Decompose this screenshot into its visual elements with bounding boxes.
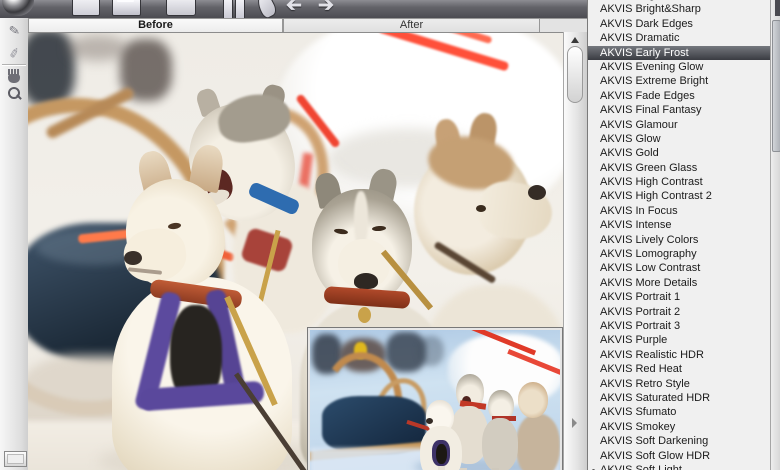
preset-item[interactable]: AKVIS Dark Edges — [588, 17, 770, 31]
image-viewport[interactable] — [28, 32, 563, 470]
preset-item[interactable]: AKVIS Final Fantasy — [588, 103, 770, 117]
husky1-nose — [124, 251, 142, 265]
preview-crowd — [418, 336, 444, 366]
preset-item[interactable]: AKVIS Saturated HDR — [588, 391, 770, 405]
preview-dog-nose — [426, 418, 433, 424]
scroll-up-icon[interactable] — [571, 37, 579, 43]
preset-item[interactable]: AKVIS Lively Colors — [588, 233, 770, 247]
preset-item[interactable]: AKVIS Smokey — [588, 420, 770, 434]
viewport-scrollbar[interactable] — [563, 32, 589, 470]
preset-item[interactable]: AKVIS Red Heat — [588, 362, 770, 376]
navigator-button[interactable] — [4, 451, 27, 467]
husky4-eye — [476, 205, 486, 212]
husky3-nose — [354, 273, 378, 289]
preset-item[interactable]: AKVIS Green Glass — [588, 161, 770, 175]
akvis-window: Before After — [0, 0, 780, 470]
preview-dog-chest — [436, 444, 447, 464]
view-tabs: Before After — [28, 18, 587, 32]
preset-item[interactable]: AKVIS In Focus — [588, 204, 770, 218]
preview-dog-tan-head — [518, 382, 548, 418]
preset-scrollbar[interactable] — [770, 0, 780, 470]
redo-icon[interactable] — [318, 0, 334, 17]
preview-dog-tan — [516, 414, 560, 470]
akvis-logo-icon[interactable] — [2, 0, 34, 16]
main-toolbar — [0, 0, 587, 19]
preset-item[interactable]: AKVIS Purple — [588, 333, 770, 347]
split-view-icon[interactable] — [222, 0, 246, 18]
preset-item[interactable]: AKVIS Soft Darkening — [588, 434, 770, 448]
hand-tool-icon[interactable] — [0, 68, 28, 85]
preset-item[interactable]: AKVIS Portrait 1 — [588, 290, 770, 304]
preview-dog-body — [482, 418, 518, 470]
preset-item[interactable]: AKVIS Realistic HDR — [588, 348, 770, 362]
preset-item[interactable]: AKVIS Fade Edges — [588, 89, 770, 103]
panel-collapse-handle-icon[interactable] — [572, 418, 577, 428]
tab-before[interactable]: Before — [28, 18, 283, 32]
preset-item[interactable]: AKVIS Sfumato — [588, 405, 770, 419]
preset-item[interactable]: AKVIS High Contrast 2 — [588, 189, 770, 203]
husky3-collar — [323, 286, 411, 309]
preset-item[interactable]: AKVIS Bright&Sharp — [588, 2, 770, 16]
preset-list: AKVIS BrightAKVIS Bright&SharpAKVIS Dark… — [588, 0, 770, 470]
toolbar-divider — [2, 64, 26, 65]
preset-item[interactable]: AKVIS Extreme Bright — [588, 74, 770, 88]
zoom-tool-icon[interactable] — [0, 85, 28, 102]
preset-list-panel: AKVIS BrightAKVIS Bright&SharpAKVIS Dark… — [587, 0, 780, 470]
preset-item[interactable]: AKVIS More Details — [588, 276, 770, 290]
preset-item[interactable]: AKVIS Glamour — [588, 118, 770, 132]
post-process-icon[interactable] — [252, 0, 280, 18]
preset-item[interactable]: AKVIS Evening Glow — [588, 60, 770, 74]
preset-item[interactable]: AKVIS Soft Light — [588, 463, 770, 470]
preset-item[interactable]: AKVIS Gold — [588, 146, 770, 160]
new-image-icon[interactable] — [72, 0, 100, 16]
print-image-icon[interactable] — [166, 0, 196, 16]
preset-item[interactable]: AKVIS Soft Glow HDR — [588, 449, 770, 463]
scrollbar-thumb[interactable] — [567, 46, 583, 103]
window-corner — [775, 0, 780, 16]
husky3-pendant — [358, 307, 371, 323]
tool-panel — [0, 18, 29, 470]
crowd-blob — [68, 35, 128, 61]
preset-item[interactable]: AKVIS Retro Style — [588, 377, 770, 391]
eraser-tool-icon[interactable] — [0, 46, 28, 63]
preset-item[interactable]: AKVIS Low Contrast — [588, 261, 770, 275]
preset-item[interactable]: AKVIS Lomography — [588, 247, 770, 261]
undo-icon[interactable] — [286, 0, 302, 17]
save-image-icon[interactable] — [112, 0, 141, 16]
preset-item[interactable]: AKVIS Intense — [588, 218, 770, 232]
tab-after[interactable]: After — [283, 18, 540, 32]
preset-item[interactable]: AKVIS Portrait 2 — [588, 305, 770, 319]
preset-item[interactable]: AKVIS Dramatic — [588, 31, 770, 45]
crowd-blob — [28, 33, 75, 107]
preset-scrollbar-thumb[interactable] — [772, 20, 780, 152]
preset-item-selected[interactable]: AKVIS Early Frost — [588, 45, 770, 60]
preset-item[interactable]: AKVIS Portrait 3 — [588, 319, 770, 333]
tabbar-filler — [540, 18, 587, 32]
husky4-nose — [528, 185, 546, 200]
preset-item[interactable]: AKVIS Glow — [588, 132, 770, 146]
preview-dog-leg — [438, 466, 445, 470]
pencil-tool-icon[interactable] — [0, 23, 28, 40]
preset-item[interactable]: AKVIS High Contrast — [588, 175, 770, 189]
preview-inset[interactable] — [307, 327, 563, 470]
